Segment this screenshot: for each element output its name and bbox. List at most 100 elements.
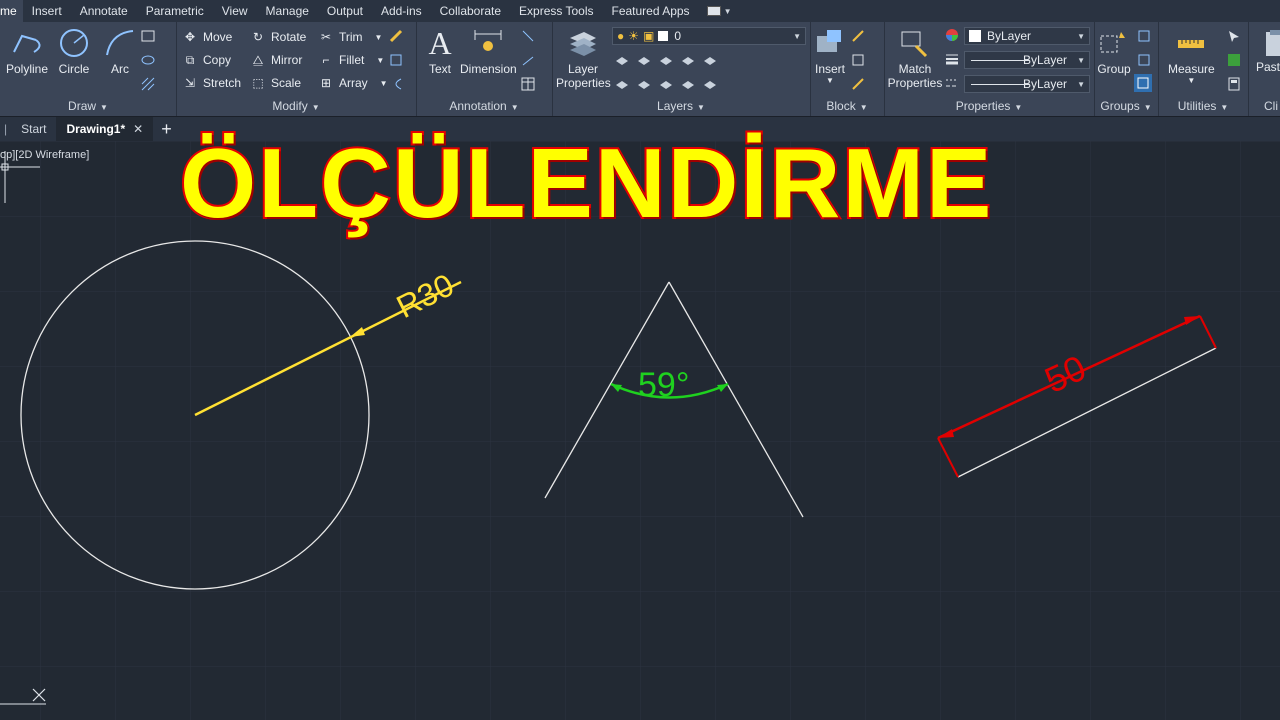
explode-icon[interactable] (388, 52, 404, 68)
quick-select-icon[interactable] (1226, 28, 1242, 44)
layer-lock-icon[interactable] (680, 52, 696, 68)
tab-insert[interactable]: Insert (23, 0, 71, 22)
layer-off-icon[interactable] (614, 52, 630, 68)
chevron-down-icon: ▼ (1187, 76, 1196, 85)
ungroup-icon[interactable] (1136, 28, 1152, 44)
chevron-down-icon: ▼ (1077, 55, 1085, 65)
measure-button[interactable]: Measure ▼ (1168, 26, 1215, 85)
layer-unlock-icon[interactable] (702, 76, 718, 92)
offset-icon[interactable] (388, 76, 404, 92)
rotate-button[interactable]: ↻ Rotate (250, 27, 306, 47)
draw-panel-title[interactable]: Draw ▼ (0, 98, 176, 114)
overlay-title: ÖLÇÜLENDİRME (178, 126, 994, 240)
current-layer-name: 0 (674, 29, 682, 43)
insert-button[interactable]: Insert ▼ (812, 26, 848, 85)
tab-drawing1[interactable]: Drawing1* ✕ (56, 117, 154, 141)
file-tabs-menu-icon[interactable]: | (0, 117, 11, 141)
tab-collaborate[interactable]: Collaborate (431, 0, 510, 22)
polyline-button[interactable]: Polyline (6, 26, 48, 76)
tab-express-tools[interactable]: Express Tools (510, 0, 602, 22)
layers-panel-title[interactable]: Layers ▼ (552, 98, 810, 114)
tab-manage[interactable]: Manage (257, 0, 318, 22)
lineweight-icon[interactable] (944, 51, 960, 67)
hatch-icon[interactable] (140, 76, 156, 92)
leader-icon[interactable] (520, 28, 536, 44)
chevron-down-icon: ▼ (1077, 31, 1085, 41)
layer-isolate-icon[interactable] (636, 52, 652, 68)
trim-button[interactable]: ✂ Trim ▼ (318, 27, 383, 47)
annotation-panel-title[interactable]: Annotation ▼ (416, 98, 552, 114)
new-tab-icon[interactable]: + (153, 119, 180, 140)
group-icon (1096, 26, 1132, 60)
properties-panel-title[interactable]: Properties ▼ (884, 98, 1094, 114)
ellipse-icon[interactable] (140, 52, 156, 68)
color-wheel-icon[interactable] (944, 27, 960, 43)
workspace-flag-icon[interactable] (706, 6, 721, 16)
layer-walk-icon[interactable] (702, 52, 718, 68)
tab-annotate[interactable]: Annotate (71, 0, 137, 22)
fillet-button[interactable]: ⌐ Fillet ▼ (318, 50, 384, 70)
scale-button[interactable]: ⬚ Scale (250, 73, 301, 93)
clipboard-panel-title[interactable]: Cli (1264, 98, 1280, 114)
lineweight-preview (971, 60, 1029, 61)
create-block-icon[interactable] (850, 28, 866, 44)
mirror-button[interactable]: ⧋ Mirror (250, 50, 303, 70)
stretch-button[interactable]: ⇲ Stretch (182, 73, 241, 93)
layer-properties-button[interactable]: Layer Properties (556, 26, 611, 90)
utilities-panel: Measure ▼ Utilities ▼ (1158, 22, 1249, 116)
tab-home[interactable]: me (0, 0, 23, 22)
edit-attributes-icon[interactable] (850, 76, 866, 92)
paste-button[interactable]: Past (1256, 26, 1280, 74)
linetype-preview (971, 84, 1029, 85)
layer-dropdown[interactable]: ● ☀ ▣ 0 ▼ (612, 27, 806, 45)
lightbulb-icon: ● (617, 29, 625, 43)
group-button[interactable]: Group (1096, 26, 1132, 76)
table-icon[interactable] (520, 76, 536, 92)
dimension-button[interactable]: Dimension (460, 26, 517, 76)
match-properties-button[interactable]: Match Properties (886, 26, 944, 90)
tab-view[interactable]: View (213, 0, 257, 22)
tab-addins[interactable]: Add-ins (372, 0, 431, 22)
copy-button[interactable]: ⧉ Copy (182, 50, 231, 70)
trim-icon: ✂ (320, 30, 332, 44)
utilities-panel-title[interactable]: Utilities ▼ (1158, 98, 1248, 114)
rectangle-icon[interactable] (140, 28, 156, 44)
tab-featured-apps[interactable]: Featured Apps (603, 0, 699, 22)
calculator-icon[interactable] (1226, 76, 1242, 92)
arc-label: Arc (111, 62, 129, 76)
group-select-icon[interactable] (1134, 74, 1152, 92)
linetype-icon[interactable] (944, 75, 960, 91)
viewport-controls[interactable]: op][2D Wireframe] (0, 149, 89, 161)
arc-button[interactable]: Arc (102, 26, 138, 76)
color-dropdown[interactable]: ByLayer ▼ (964, 27, 1090, 45)
move-button[interactable]: ✥ Move (182, 27, 232, 47)
close-icon[interactable]: ✕ (133, 122, 143, 136)
block-panel-title[interactable]: Block ▼ (810, 98, 884, 114)
layer-match-icon[interactable] (636, 76, 652, 92)
mirror-icon: ⧋ (252, 52, 264, 67)
layer-unisolate-icon[interactable] (658, 76, 674, 92)
erase-icon[interactable] (388, 28, 404, 44)
sun-icon: ☀ (628, 29, 640, 43)
tab-start[interactable]: Start (11, 117, 56, 141)
lineweight-dropdown[interactable]: ByLayer ▼ (964, 51, 1090, 69)
circle-button[interactable]: Circle (56, 26, 92, 76)
chevron-down-icon: ▼ (697, 103, 705, 112)
chevron-down-icon[interactable]: ▼ (724, 7, 732, 16)
group-edit-icon[interactable] (1136, 52, 1152, 68)
array-button[interactable]: ⊞ Array ▼ (318, 73, 388, 93)
layer-current-icon[interactable] (614, 76, 630, 92)
tab-parametric[interactable]: Parametric (137, 0, 213, 22)
modify-panel-title[interactable]: Modify ▼ (176, 98, 416, 114)
tab-output[interactable]: Output (318, 0, 372, 22)
select-all-icon[interactable] (1226, 52, 1242, 68)
leader-multi-icon[interactable] (520, 52, 536, 68)
properties-panel: Match Properties ByLayer ▼ ByLayer ▼ ByL… (884, 22, 1095, 116)
edit-block-icon[interactable] (850, 52, 866, 68)
linetype-dropdown[interactable]: ByLayer ▼ (964, 75, 1090, 93)
annotation-panel: A Text Dimension Annotation ▼ (416, 22, 553, 116)
layer-thaw-icon[interactable] (680, 76, 696, 92)
layer-freeze-icon[interactable] (658, 52, 674, 68)
groups-panel-title[interactable]: Groups ▼ (1094, 98, 1158, 114)
text-button[interactable]: A Text (422, 25, 458, 77)
